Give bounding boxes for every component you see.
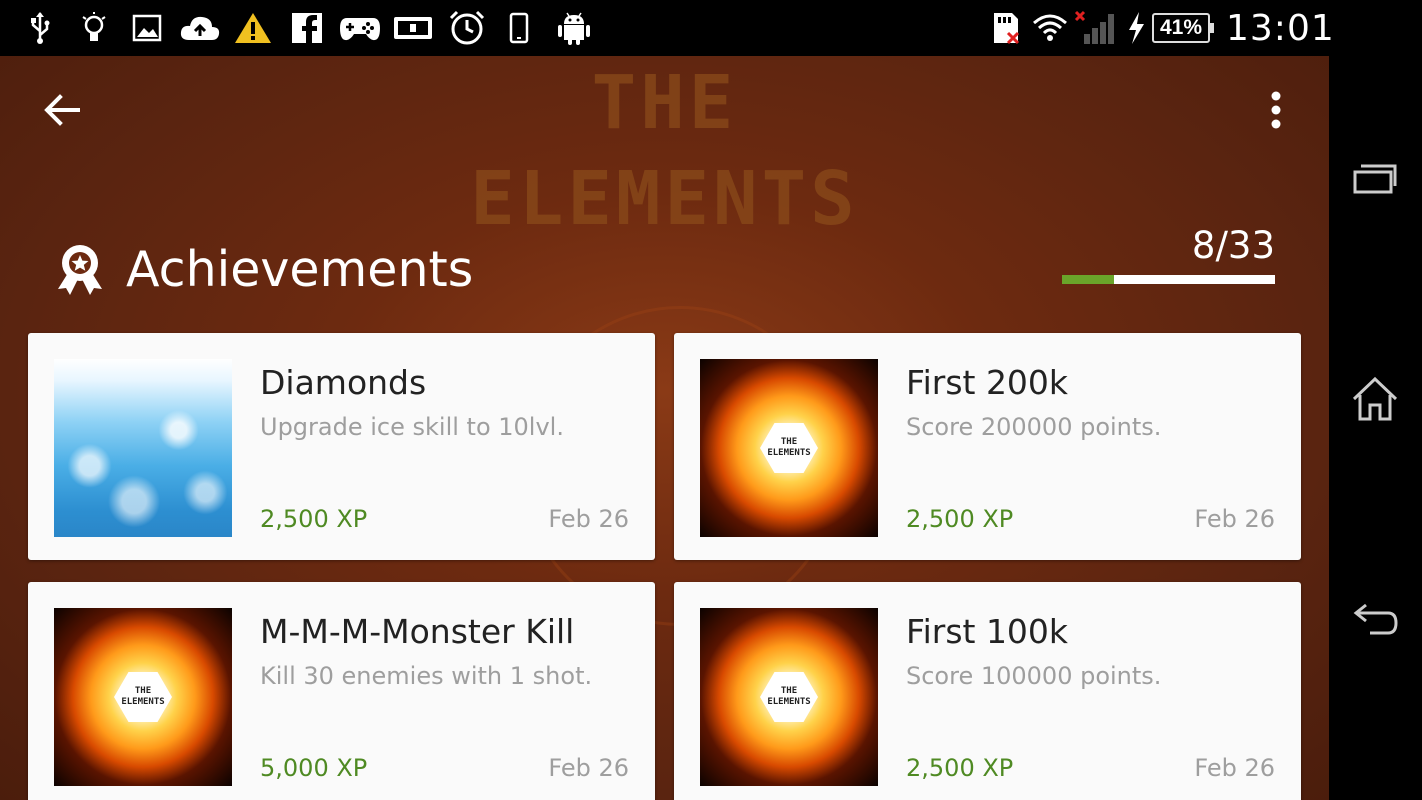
achievement-card[interactable]: THE ELEMENTS First 100k Score 100000 poi…	[674, 582, 1301, 800]
more-vertical-icon	[1271, 91, 1281, 129]
charging-icon	[1124, 10, 1148, 46]
arrow-left-icon	[44, 94, 80, 126]
recent-apps-button[interactable]	[1345, 148, 1405, 208]
clock: 13:01	[1226, 8, 1335, 49]
achievement-title: M-M-M-Monster Kill	[260, 612, 575, 651]
back-nav-button[interactable]	[1345, 591, 1405, 651]
achievement-date: Feb 26	[1194, 754, 1275, 782]
achievement-title: Diamonds	[260, 363, 427, 402]
award-ribbon-icon	[58, 245, 102, 295]
achievement-image-game-logo: THE ELEMENTS	[700, 608, 878, 786]
achievement-image-ice	[54, 359, 232, 537]
progress-count: 8/33	[1191, 224, 1275, 267]
achievement-card[interactable]: THE ELEMENTS First 200k Score 200000 poi…	[674, 333, 1301, 560]
achievement-card[interactable]: Diamonds Upgrade ice skill to 10lvl. 2,5…	[28, 333, 655, 560]
achievement-xp: 5,000 XP	[260, 754, 368, 782]
achievement-description: Score 200000 points.	[906, 413, 1162, 441]
achievement-xp: 2,500 XP	[906, 505, 1014, 533]
achievements-screen: THE ELEMENTS Achievements 8/33 Diamonds …	[0, 56, 1329, 800]
page-title: Achievements	[126, 240, 474, 298]
sd-card-error-icon	[992, 10, 1022, 46]
home-icon	[1352, 376, 1398, 421]
game-logo: THE ELEMENTS	[760, 423, 818, 473]
game-logo-line1: THE	[780, 437, 798, 447]
game-logo-line2: ELEMENTS	[121, 697, 165, 707]
achievement-description: Upgrade ice skill to 10lvl.	[260, 413, 564, 441]
gamepad-icon	[338, 10, 382, 46]
achievement-xp: 2,500 XP	[260, 505, 368, 533]
game-logo-line2: ELEMENTS	[767, 697, 811, 707]
wifi-icon	[1032, 10, 1068, 46]
achievement-card[interactable]: THE ELEMENTS M-M-M-Monster Kill Kill 30 …	[28, 582, 655, 800]
status-bar: 41% 13:01	[0, 0, 1422, 56]
navigation-bar	[1329, 56, 1422, 800]
achievements-header: Achievements	[56, 234, 473, 304]
signal-icon	[1074, 10, 1118, 46]
warning-icon	[233, 10, 273, 46]
battery-indicator: 41%	[1152, 13, 1214, 43]
achievement-title: First 200k	[906, 363, 1069, 402]
id-card-icon	[393, 10, 433, 46]
progress-bar-fill	[1062, 275, 1114, 284]
game-logo-line2: ELEMENTS	[767, 448, 811, 458]
game-logo: THE ELEMENTS	[760, 672, 818, 722]
achievement-progress: 8/33	[1062, 224, 1275, 284]
achievement-date: Feb 26	[548, 754, 629, 782]
usb-icon	[24, 10, 56, 46]
back-icon	[1353, 603, 1398, 635]
overflow-menu-button[interactable]	[1252, 86, 1300, 134]
game-logo: THE ELEMENTS	[114, 672, 172, 722]
game-logo-line1: THE	[134, 686, 152, 696]
achievement-image-game-logo: THE ELEMENTS	[54, 608, 232, 786]
image-icon	[130, 10, 164, 46]
android-icon	[556, 10, 592, 46]
app-bar	[0, 56, 1329, 166]
lightbulb-icon	[78, 10, 110, 46]
achievement-xp: 2,500 XP	[906, 754, 1014, 782]
home-button[interactable]	[1345, 370, 1405, 430]
achievement-description: Kill 30 enemies with 1 shot.	[260, 662, 593, 690]
progress-bar	[1062, 275, 1275, 284]
recent-apps-icon	[1353, 164, 1397, 194]
back-button[interactable]	[38, 86, 86, 134]
achievement-image-game-logo: THE ELEMENTS	[700, 359, 878, 537]
achievement-date: Feb 26	[1194, 505, 1275, 533]
achievement-date: Feb 26	[548, 505, 629, 533]
achievement-title: First 100k	[906, 612, 1069, 651]
achievement-description: Score 100000 points.	[906, 662, 1162, 690]
cloud-upload-icon	[178, 10, 222, 46]
alarm-icon	[447, 10, 487, 46]
phone-icon	[506, 10, 532, 46]
game-logo-line1: THE	[780, 686, 798, 696]
facebook-icon	[290, 10, 324, 46]
